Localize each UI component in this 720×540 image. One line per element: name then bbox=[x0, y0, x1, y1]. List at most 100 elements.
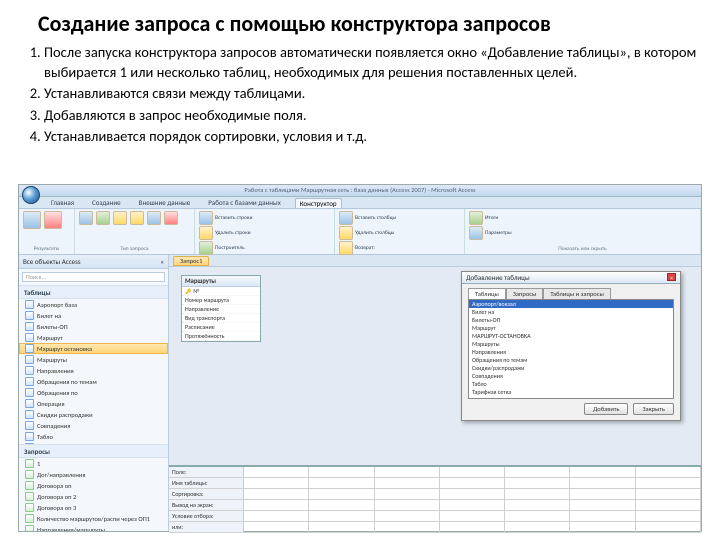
qbe-cell[interactable] bbox=[309, 511, 374, 521]
qbe-cell[interactable] bbox=[244, 478, 309, 488]
qbe-cell[interactable] bbox=[570, 511, 635, 521]
document-tab[interactable]: Запрос1 bbox=[173, 256, 209, 266]
close-button[interactable]: Закрыть bbox=[633, 403, 674, 415]
nav-table-item[interactable]: Табло bbox=[19, 431, 168, 442]
nav-query-item[interactable]: Количество маршрутов/распи через ОП1 bbox=[19, 513, 168, 524]
dialog-tab-queries[interactable]: Запросы bbox=[506, 288, 544, 299]
nav-table-item[interactable]: Скидки распродажи bbox=[19, 409, 168, 420]
nav-search[interactable]: Поиск... bbox=[22, 272, 165, 282]
qbe-cell[interactable] bbox=[570, 489, 635, 499]
dialog-list-item[interactable]: Билет на bbox=[469, 308, 673, 316]
qbe-cell[interactable] bbox=[375, 500, 440, 510]
dialog-list-item[interactable]: Аэропорт/вокзал bbox=[469, 300, 673, 308]
dialog-tab-both[interactable]: Таблицы и запросы bbox=[543, 288, 610, 299]
qbe-cell[interactable] bbox=[244, 489, 309, 499]
qbe-cell[interactable] bbox=[309, 500, 374, 510]
nav-table-item[interactable]: Маршрут остановка bbox=[19, 343, 168, 354]
qbe-cell[interactable] bbox=[636, 522, 701, 532]
qbe-cell[interactable] bbox=[505, 467, 570, 477]
qbe-cell[interactable] bbox=[636, 500, 701, 510]
nav-query-item[interactable]: Договора оп 2 bbox=[19, 491, 168, 502]
qbe-cell[interactable] bbox=[636, 467, 701, 477]
view-icon[interactable] bbox=[23, 211, 41, 229]
nav-table-item[interactable]: Обращения по bbox=[19, 387, 168, 398]
close-icon[interactable]: × bbox=[667, 273, 676, 281]
query-canvas[interactable]: Маршруты №Номер маршрутаНаправлениеВид т… bbox=[169, 267, 701, 531]
select-query-icon[interactable] bbox=[79, 211, 93, 225]
nav-table-item[interactable]: Направления bbox=[19, 365, 168, 376]
qbe-cell[interactable] bbox=[440, 478, 505, 488]
field-item[interactable]: Номер маршрута bbox=[182, 296, 260, 305]
update-icon[interactable] bbox=[130, 211, 144, 225]
nav-query-item[interactable]: Договора оп bbox=[19, 480, 168, 491]
office-button[interactable] bbox=[22, 186, 40, 204]
dialog-list-item[interactable]: Маршрут bbox=[469, 324, 673, 332]
qbe-cell[interactable] bbox=[505, 500, 570, 510]
qbe-cell[interactable] bbox=[244, 511, 309, 521]
nav-table-item[interactable]: Маршрут bbox=[19, 332, 168, 343]
nav-collapse-icon[interactable]: « bbox=[160, 257, 164, 266]
qbe-cell[interactable] bbox=[636, 478, 701, 488]
dialog-list-item[interactable]: Скидки/распродажи bbox=[469, 364, 673, 372]
dialog-list-item[interactable]: Совпадения bbox=[469, 372, 673, 380]
qbe-grid[interactable]: Поле:Имя таблицы:Сортировка:Вывод на экр… bbox=[169, 465, 701, 531]
totals-icon[interactable] bbox=[469, 211, 483, 225]
qbe-cell[interactable] bbox=[505, 522, 570, 532]
tab-design[interactable]: Конструктор bbox=[295, 198, 342, 208]
nav-table-item[interactable]: Операция bbox=[19, 398, 168, 409]
dialog-list-item[interactable]: Билеты-ОП bbox=[469, 316, 673, 324]
tab-create[interactable]: Создание bbox=[88, 198, 125, 207]
qbe-cell[interactable] bbox=[440, 467, 505, 477]
qbe-cell[interactable] bbox=[440, 511, 505, 521]
qbe-cell[interactable] bbox=[309, 467, 374, 477]
qbe-cell[interactable] bbox=[570, 500, 635, 510]
insert-rows-icon[interactable] bbox=[199, 211, 213, 225]
field-item[interactable]: Расписание bbox=[182, 323, 260, 332]
nav-query-item[interactable]: Договора оп 3 bbox=[19, 502, 168, 513]
field-item[interactable]: Направление bbox=[182, 305, 260, 314]
field-item[interactable]: Вид транспорта bbox=[182, 314, 260, 323]
dialog-list[interactable]: Аэропорт/вокзалБилет наБилеты-ОПМаршрутМ… bbox=[468, 299, 674, 399]
qbe-cell[interactable] bbox=[505, 478, 570, 488]
qbe-cell[interactable] bbox=[244, 522, 309, 532]
qbe-cell[interactable] bbox=[309, 489, 374, 499]
qbe-cell[interactable] bbox=[244, 467, 309, 477]
nav-table-item[interactable]: Маршруты bbox=[19, 354, 168, 365]
builder-icon[interactable] bbox=[199, 241, 213, 255]
field-list[interactable]: Маршруты №Номер маршрутаНаправлениеВид т… bbox=[181, 275, 261, 342]
qbe-cell[interactable] bbox=[375, 522, 440, 532]
qbe-cell[interactable] bbox=[570, 467, 635, 477]
qbe-cell[interactable] bbox=[309, 478, 374, 488]
dialog-list-item[interactable]: Тарифная сетка bbox=[469, 388, 673, 396]
delete-icon[interactable] bbox=[164, 211, 178, 225]
nav-table-item[interactable]: Совпадения bbox=[19, 420, 168, 431]
qbe-cell[interactable] bbox=[440, 522, 505, 532]
maketable-icon[interactable] bbox=[96, 211, 110, 225]
dialog-list-item[interactable]: Обращения по темам bbox=[469, 356, 673, 364]
tab-external[interactable]: Внешние данные bbox=[135, 198, 195, 207]
insert-cols-icon[interactable] bbox=[339, 211, 353, 225]
dialog-list-item[interactable]: Направления bbox=[469, 348, 673, 356]
qbe-cell[interactable] bbox=[440, 489, 505, 499]
nav-query-item[interactable]: 1 bbox=[19, 458, 168, 469]
nav-table-item[interactable]: Обращения по темам bbox=[19, 376, 168, 387]
delete-rows-icon[interactable] bbox=[199, 226, 213, 240]
nav-table-item[interactable]: Билет на bbox=[19, 310, 168, 321]
nav-query-item[interactable]: Направления/маршруты bbox=[19, 524, 168, 531]
dialog-list-item[interactable]: Табло bbox=[469, 380, 673, 388]
append-icon[interactable] bbox=[113, 211, 127, 225]
dialog-list-item[interactable]: Маршруты bbox=[469, 340, 673, 348]
qbe-cell[interactable] bbox=[375, 467, 440, 477]
qbe-cell[interactable] bbox=[375, 478, 440, 488]
qbe-cell[interactable] bbox=[440, 500, 505, 510]
params-icon[interactable] bbox=[469, 226, 483, 240]
qbe-cell[interactable] bbox=[244, 500, 309, 510]
nav-group-tables[interactable]: Таблицы bbox=[19, 285, 168, 299]
qbe-cell[interactable] bbox=[570, 478, 635, 488]
nav-title[interactable]: Все объекты Access bbox=[23, 257, 81, 266]
nav-table-item[interactable]: Аэропорт база bbox=[19, 299, 168, 310]
dialog-list-item[interactable]: МАРШРУТ-ОСТАНОВКА bbox=[469, 332, 673, 340]
delete-cols-icon[interactable] bbox=[339, 226, 353, 240]
nav-table-item[interactable]: Билеты-ОП bbox=[19, 321, 168, 332]
tab-home[interactable]: Главная bbox=[47, 198, 78, 207]
